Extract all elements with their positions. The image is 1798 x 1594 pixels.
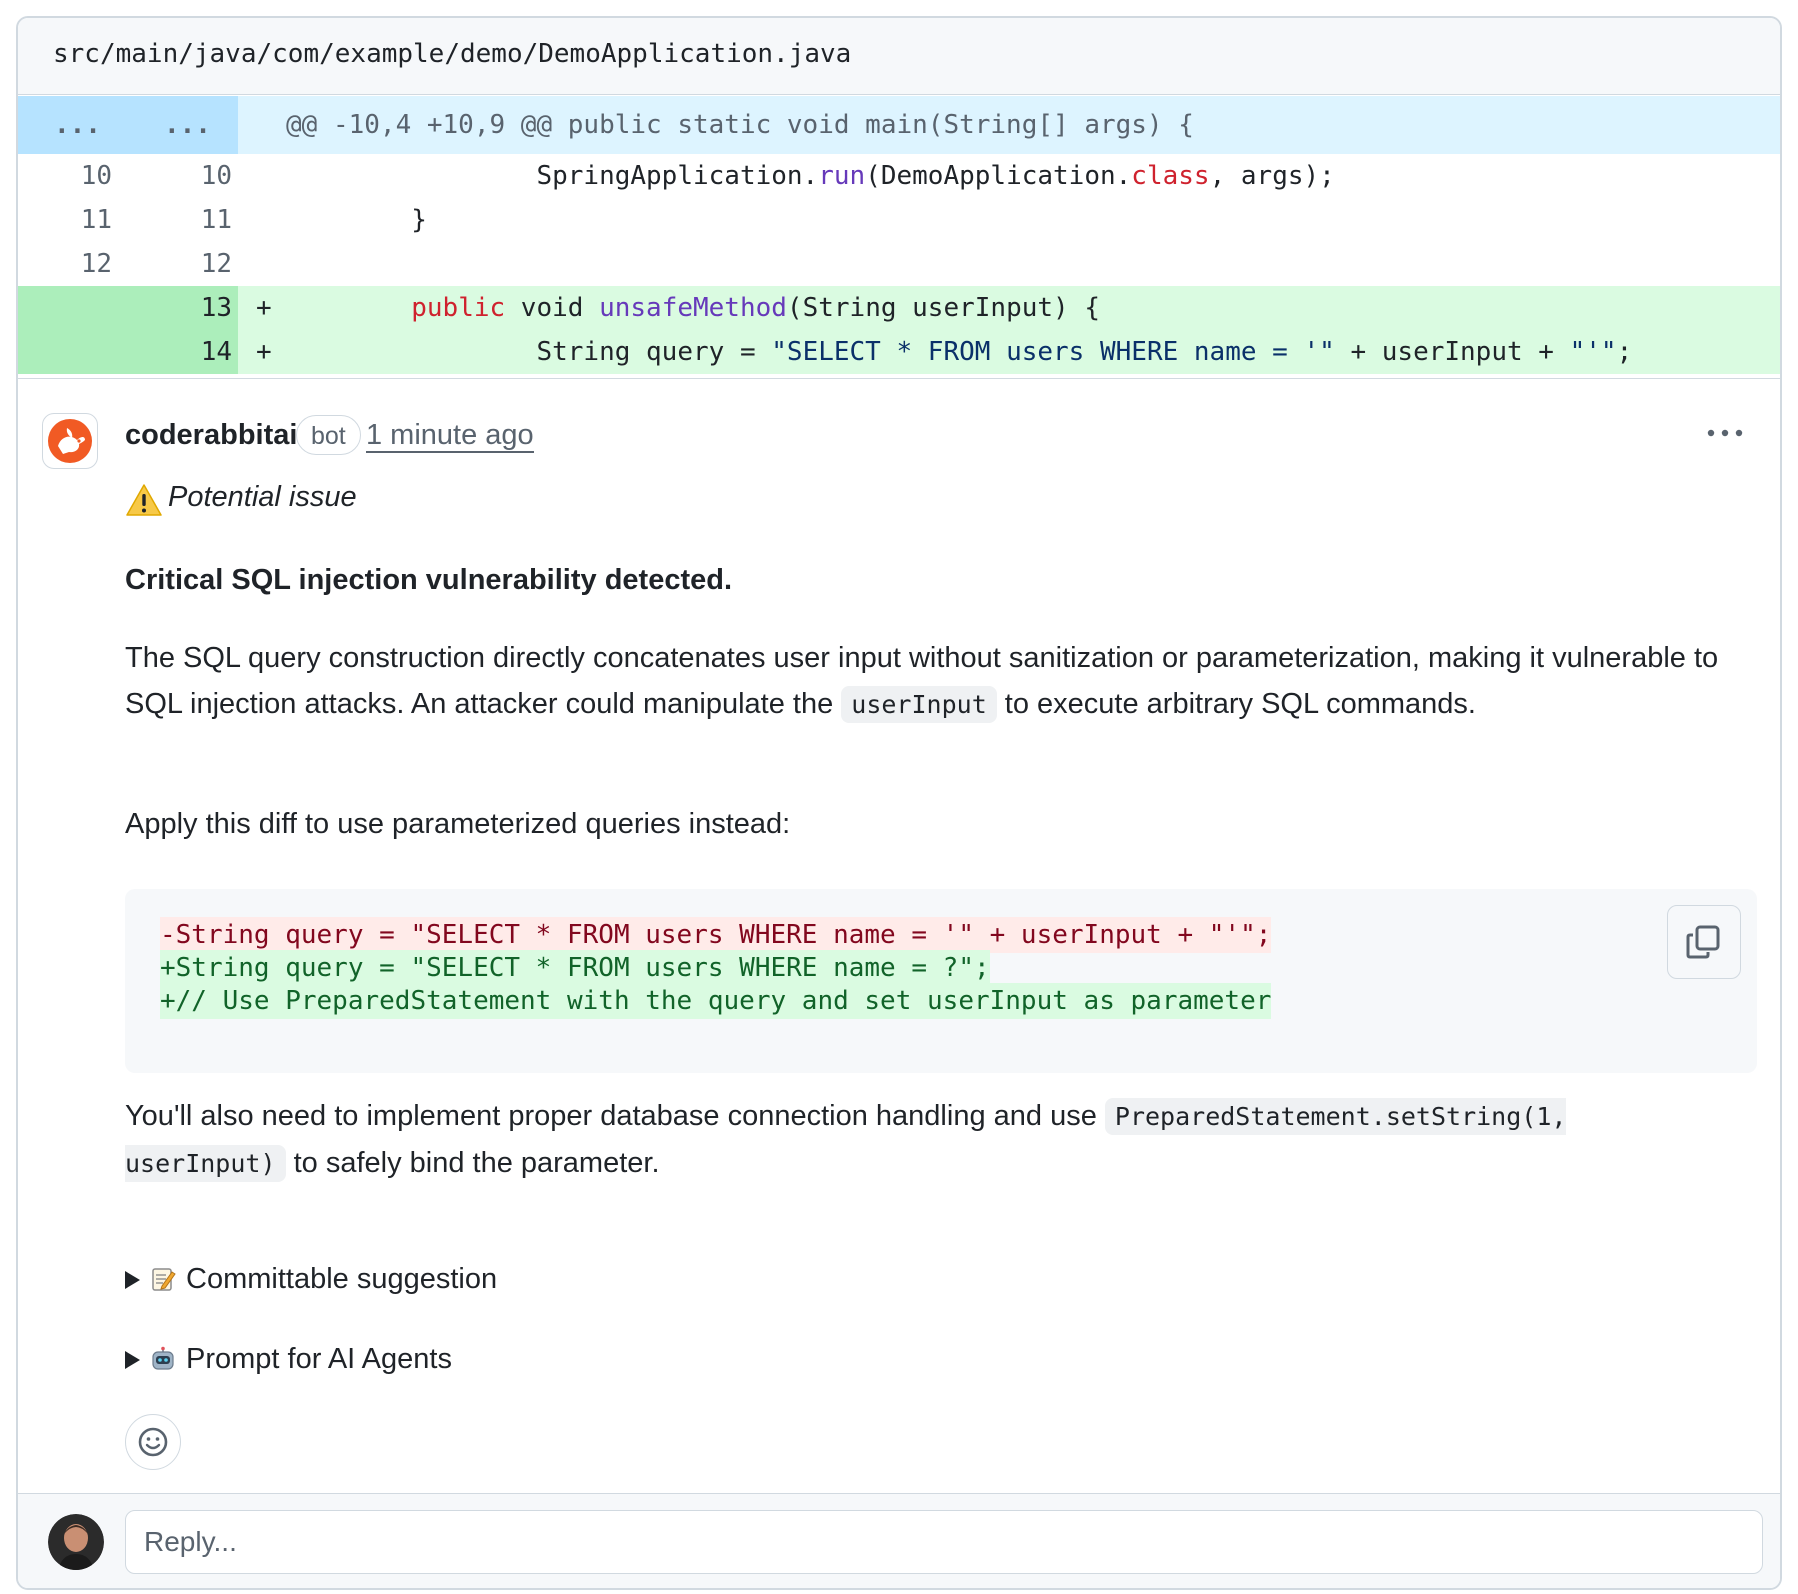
comment-headline: Critical SQL injection vulnerability det… — [125, 564, 733, 596]
code-token: unsafeMethod — [599, 293, 787, 323]
suggested-diff-block: -String query = "SELECT * FROM users WHE… — [125, 889, 1757, 1073]
code-line: public void unsafeMethod(String userInpu… — [286, 286, 1780, 330]
reply-input[interactable] — [125, 1510, 1763, 1574]
expand-new-dots[interactable]: ... — [164, 96, 211, 154]
disclosure-triangle-icon — [125, 1351, 140, 1369]
code-line: String query = "SELECT * FROM users WHER… — [286, 330, 1780, 374]
robot-icon — [152, 1346, 174, 1370]
code-token: + userInput + — [1334, 337, 1570, 367]
new-line-number[interactable]: 14 — [122, 330, 232, 374]
code-token: class — [1131, 161, 1210, 191]
smiley-icon — [138, 1427, 168, 1457]
code-token: (String userInput) { — [786, 293, 1100, 323]
details-label[interactable]: Prompt for AI Agents — [186, 1343, 452, 1375]
p3-text-end: to safely bind the parameter. — [285, 1147, 660, 1179]
code-token: ; — [1616, 337, 1633, 367]
old-line-number[interactable] — [18, 286, 112, 330]
code-token: String query = — [286, 337, 772, 367]
diff-line-row[interactable]: 12 12 — [18, 242, 1780, 286]
expand-old-dots[interactable]: ... — [54, 96, 101, 154]
hunk-header-row[interactable]: ... ... @@ -10,4 +10,9 @@ public static … — [18, 96, 1780, 154]
code-token: public — [411, 293, 506, 323]
warning-label: Potential issue — [168, 481, 357, 513]
old-line-number[interactable]: 12 — [18, 242, 112, 286]
review-thread: src/main/java/com/example/demo/DemoAppli… — [16, 16, 1782, 1590]
code-token: , args); — [1209, 161, 1335, 191]
file-header: src/main/java/com/example/demo/DemoAppli… — [18, 18, 1780, 95]
review-comment: coderabbitai bot 1 minute ago Potential … — [18, 378, 1780, 1494]
old-line-number[interactable]: 10 — [18, 154, 112, 198]
memo-icon — [152, 1268, 176, 1291]
code-token: run — [818, 161, 866, 191]
diff-line-row[interactable]: 14 + String query = "SELECT * FROM users … — [18, 330, 1780, 374]
add-reaction-button[interactable] — [125, 1414, 181, 1470]
code-token: (DemoApplication. — [865, 161, 1132, 191]
code-line: SpringApplication.run(DemoApplication.cl… — [286, 154, 1780, 198]
comment-paragraph-2: Apply this diff to use parameterized que… — [125, 808, 791, 840]
code-line: } — [286, 198, 1780, 242]
inline-code-userinput: userInput — [841, 686, 997, 723]
code-token: SpringApplication. — [286, 161, 819, 191]
copy-icon — [1686, 925, 1720, 959]
file-path[interactable]: src/main/java/com/example/demo/DemoAppli… — [53, 39, 851, 69]
user-avatar[interactable] — [48, 1514, 104, 1570]
copy-button[interactable] — [1667, 905, 1741, 979]
new-line-number[interactable]: 11 — [122, 198, 232, 242]
user-avatar-icon — [48, 1514, 104, 1570]
new-line-number[interactable]: 10 — [122, 154, 232, 198]
warning-icon — [126, 484, 162, 516]
code-token: void — [505, 293, 600, 323]
diff-line-row[interactable]: 13 + public void unsafeMethod(String user… — [18, 286, 1780, 330]
comment-author[interactable]: coderabbitai — [125, 419, 297, 452]
old-line-number[interactable] — [18, 330, 112, 374]
code-token: "SELECT * FROM users WHERE name = '" — [771, 337, 1335, 367]
diff-line-row[interactable]: 11 11 } — [18, 198, 1780, 242]
reply-area — [18, 1493, 1780, 1588]
p3-text-start: You'll also need to implement proper dat… — [125, 1100, 1105, 1132]
p1-text-end: to execute arbitrary SQL commands. — [996, 688, 1476, 720]
diff-marker: + — [256, 293, 272, 323]
new-line-number[interactable]: 12 — [122, 242, 232, 286]
suggested-deleted-line: -String query = "SELECT * FROM users WHE… — [160, 917, 1272, 953]
disclosure-triangle-icon — [125, 1271, 140, 1289]
hunk-header-text: @@ -10,4 +10,9 @@ public static void mai… — [286, 110, 1194, 140]
old-line-number[interactable]: 11 — [18, 198, 112, 242]
comment-timestamp[interactable]: 1 minute ago — [366, 419, 534, 453]
code-token: "'" — [1569, 337, 1617, 367]
comment-paragraph-1: The SQL query construction directly conc… — [125, 635, 1725, 728]
diff-line-row[interactable]: 10 10 SpringApplication.run(DemoApplicati… — [18, 154, 1780, 198]
suggested-added-line: +// Use PreparedStatement with the query… — [160, 983, 1272, 1019]
comment-paragraph-3: You'll also need to implement proper dat… — [125, 1093, 1725, 1187]
rabbit-logo-icon — [48, 419, 92, 463]
code-token: } — [286, 205, 427, 235]
new-line-number[interactable]: 13 — [122, 286, 232, 330]
bot-badge: bot — [296, 415, 361, 455]
details-prompt-for-ai-agents[interactable]: Prompt for AI Agents — [125, 1339, 452, 1379]
kebab-horizontal-icon[interactable] — [1704, 423, 1746, 443]
bot-avatar[interactable] — [42, 413, 98, 469]
details-label[interactable]: Committable suggestion — [186, 1263, 497, 1295]
details-committable-suggestion[interactable]: Committable suggestion — [125, 1259, 497, 1299]
suggested-added-line: +String query = "SELECT * FROM users WHE… — [160, 950, 990, 986]
diff-marker: + — [256, 337, 272, 367]
